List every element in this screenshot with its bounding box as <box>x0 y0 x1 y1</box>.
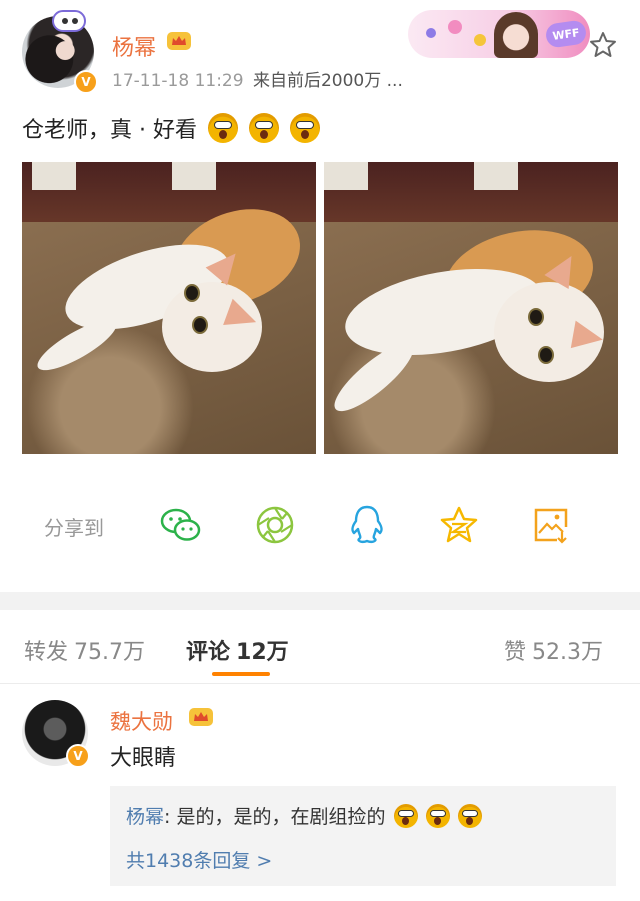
active-tab-indicator <box>212 672 270 676</box>
cat-eye <box>540 348 552 362</box>
post-timestamp: 17-11-18 11:29 <box>112 71 244 91</box>
view-replies-link[interactable]: 共1438条回复 > <box>126 846 272 873</box>
bubble-icon <box>448 20 462 34</box>
post-source-prefix: 来自 <box>252 71 287 91</box>
cat-eye <box>530 310 542 324</box>
verified-badge-icon: V <box>74 70 98 94</box>
qq-icon[interactable] <box>344 502 390 548</box>
post-meta: 17-11-18 11:29 来自前后2000万 ... <box>112 66 403 91</box>
tab-like[interactable]: 赞 52.3万 <box>504 634 603 666</box>
reply-line: 杨幂: 是的，是的，在剧组捡的 <box>126 802 482 829</box>
banner-portrait <box>494 12 538 58</box>
tab-repost[interactable]: 转发 75.7万 <box>24 634 145 666</box>
save-image-icon[interactable] <box>528 502 574 548</box>
mascot-icon <box>474 34 486 46</box>
commenter-name[interactable]: 魏大勋 <box>110 706 173 736</box>
share-row: 分享到 <box>0 480 640 570</box>
wechat-icon[interactable] <box>158 502 204 548</box>
favorite-star-icon[interactable] <box>588 30 618 60</box>
post-source-name[interactable]: 前后2000万 ... <box>287 71 403 91</box>
reply-preview[interactable]: 杨幂: 是的，是的，在剧组捡的 共1438条回复 > <box>110 786 616 886</box>
decoration-banner[interactable]: WFF <box>408 10 590 58</box>
photo-detail <box>474 162 518 190</box>
post-text-content: 仓老师，真 · 好看 <box>22 118 197 143</box>
scared-face-emoji-icon <box>248 113 279 143</box>
post-author-name[interactable]: 杨幂 <box>112 30 156 62</box>
scared-face-emoji-icon <box>289 113 320 143</box>
tab-comment-label: 评论 <box>186 640 231 665</box>
reply-author[interactable]: 杨幂 <box>126 806 164 828</box>
cat-eye <box>194 318 206 332</box>
scared-face-emoji-icon <box>457 804 482 828</box>
photo-detail <box>32 162 76 190</box>
avatar-pendant-icon <box>52 10 86 32</box>
crown-icon <box>167 32 191 50</box>
planet-icon <box>426 28 436 38</box>
cat-eye <box>186 286 198 300</box>
share-label: 分享到 <box>44 516 104 540</box>
verified-badge-icon: V <box>66 744 90 768</box>
post-text: 仓老师，真 · 好看 <box>22 112 320 144</box>
engagement-tabs: 转发 75.7万 评论 12万 赞 52.3万 <box>0 610 640 684</box>
post-photo-1[interactable] <box>22 162 316 454</box>
cat-ear <box>570 320 606 354</box>
section-divider <box>0 592 640 610</box>
post-header: V 杨幂 17-11-18 11:29 来自前后2000万 ... WFF <box>0 0 640 100</box>
banner-tag: WFF <box>544 19 588 49</box>
scared-face-emoji-icon <box>207 113 238 143</box>
tab-like-label: 赞 <box>504 640 527 665</box>
post-photo-2[interactable] <box>324 162 618 454</box>
tab-repost-count: 75.7万 <box>74 640 146 665</box>
tab-like-count: 52.3万 <box>532 640 604 665</box>
reply-text: 是的，是的，在剧组捡的 <box>170 806 386 828</box>
comment-text: 大眼睛 <box>110 746 177 771</box>
crown-icon <box>189 708 213 726</box>
tab-comment-count: 12万 <box>236 640 289 665</box>
moments-icon[interactable] <box>252 502 298 548</box>
photo-detail <box>324 162 368 190</box>
tab-repost-label: 转发 <box>24 640 69 665</box>
scared-face-emoji-icon <box>393 804 418 828</box>
qzone-icon[interactable] <box>436 502 482 548</box>
tab-comment[interactable]: 评论 12万 <box>186 634 289 666</box>
scared-face-emoji-icon <box>425 804 450 828</box>
photo-detail <box>172 162 216 190</box>
